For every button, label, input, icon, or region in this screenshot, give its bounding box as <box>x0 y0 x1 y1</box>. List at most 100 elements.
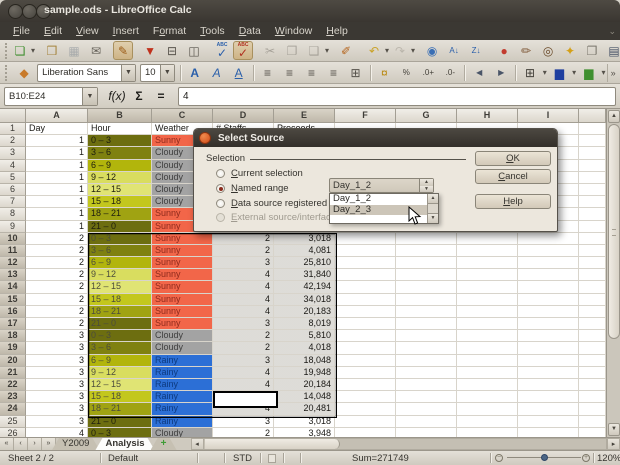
paste-dropdown-icon[interactable]: ▾ <box>325 41 329 60</box>
cell[interactable] <box>457 379 518 391</box>
print-icon[interactable]: ⊟ <box>161 41 183 60</box>
cell[interactable] <box>396 281 457 293</box>
cell-B5[interactable]: 9 – 12 <box>88 172 152 184</box>
menu-item-insert[interactable]: Insert <box>106 23 146 39</box>
row-header-20[interactable]: 20 <box>0 355 26 367</box>
column-header-H[interactable]: H <box>457 109 518 123</box>
radio-data-source-registered-in[interactable]: Data source registered in <box>216 198 337 209</box>
cell[interactable] <box>518 428 579 437</box>
menu-item-view[interactable]: View <box>69 23 106 39</box>
cell[interactable] <box>579 184 606 196</box>
cell[interactable] <box>335 391 396 403</box>
add-decimal-icon[interactable]: .0+ <box>417 63 439 82</box>
cell[interactable] <box>396 342 457 354</box>
font-size-combobox[interactable]: 10▼ <box>140 64 175 82</box>
row-header-25[interactable]: 25 <box>0 416 26 428</box>
cell[interactable] <box>518 257 579 269</box>
cell[interactable] <box>396 233 457 245</box>
cell[interactable] <box>396 355 457 367</box>
align-right-icon[interactable]: ≡ <box>301 63 323 82</box>
email-icon[interactable]: ✉ <box>85 41 107 60</box>
cell[interactable] <box>335 245 396 257</box>
sheet-tab-analysis[interactable]: Analysis <box>95 438 154 450</box>
dropdown-scroll-down-icon[interactable]: ▼ <box>428 213 438 223</box>
cell-A19[interactable]: 3 <box>26 342 88 354</box>
cell[interactable] <box>457 330 518 342</box>
cell[interactable] <box>457 342 518 354</box>
edit-file-icon[interactable]: ✎ <box>113 41 133 60</box>
cell-E21[interactable]: 19,948 <box>274 367 335 379</box>
delete-decimal-icon[interactable]: .0- <box>439 63 461 82</box>
font-name-combobox[interactable]: Liberation Sans▼ <box>37 64 136 82</box>
cell[interactable] <box>335 403 396 415</box>
zoom-in-icon[interactable]: + <box>582 454 590 462</box>
cell-E24[interactable]: 20,481 <box>274 403 335 415</box>
background-color-icon[interactable]: ▆ <box>548 63 570 82</box>
window-minimize-button[interactable] <box>22 4 37 19</box>
cell[interactable] <box>457 294 518 306</box>
menu-overflow-icon[interactable]: ⌄ <box>608 26 616 37</box>
cell[interactable] <box>518 245 579 257</box>
cell-C14[interactable]: Sunny <box>152 281 213 293</box>
cell[interactable] <box>579 257 606 269</box>
cell-B19[interactable]: 3 – 6 <box>88 342 152 354</box>
window-close-button[interactable] <box>8 4 23 19</box>
cell[interactable] <box>518 330 579 342</box>
cell-C24[interactable]: Rainy <box>152 403 213 415</box>
radio-button-icon[interactable] <box>216 184 225 193</box>
cell[interactable] <box>579 172 606 184</box>
cell-B20[interactable]: 6 – 9 <box>88 355 152 367</box>
cell-C20[interactable]: Rainy <box>152 355 213 367</box>
radio-named-range[interactable]: Named range <box>216 183 289 194</box>
gallery-icon[interactable]: ● <box>493 41 515 60</box>
row-header-16[interactable]: 16 <box>0 306 26 318</box>
cell-A21[interactable]: 3 <box>26 367 88 379</box>
cell-D26[interactable]: 2 <box>213 428 274 437</box>
cell[interactable] <box>579 123 606 135</box>
cell-A16[interactable]: 2 <box>26 306 88 318</box>
row-header-12[interactable]: 12 <box>0 257 26 269</box>
cell-A3[interactable]: 1 <box>26 147 88 159</box>
cell-E15[interactable]: 34,018 <box>274 294 335 306</box>
column-header-D[interactable]: D <box>213 109 274 123</box>
cell[interactable] <box>579 342 606 354</box>
dialog-close-icon[interactable] <box>199 132 211 144</box>
cell-C15[interactable]: Sunny <box>152 294 213 306</box>
column-header-G[interactable]: G <box>396 109 457 123</box>
row-header-13[interactable]: 13 <box>0 269 26 281</box>
align-left-icon[interactable]: ≡ <box>257 63 279 82</box>
select-all-corner[interactable] <box>0 109 26 123</box>
column-header-A[interactable]: A <box>26 109 88 123</box>
cell[interactable] <box>579 281 606 293</box>
cell-A10[interactable]: 2 <box>26 233 88 245</box>
cell-B25[interactable]: 21 – 0 <box>88 416 152 428</box>
cell[interactable] <box>579 160 606 172</box>
cell-B14[interactable]: 12 – 15 <box>88 281 152 293</box>
cell-D16[interactable]: 4 <box>213 306 274 318</box>
cell-C19[interactable]: Cloudy <box>152 342 213 354</box>
vertical-scrollbar-thumb[interactable] <box>608 124 620 339</box>
cell-B10[interactable]: 0 – 3 <box>88 233 152 245</box>
find-and-replace-icon[interactable]: ◎ <box>537 41 559 60</box>
cell-A7[interactable]: 1 <box>26 196 88 208</box>
cell-E10[interactable]: 3,018 <box>274 233 335 245</box>
row-header-17[interactable]: 17 <box>0 318 26 330</box>
cell-A2[interactable]: 1 <box>26 135 88 147</box>
cell-E14[interactable]: 42,194 <box>274 281 335 293</box>
copy-icon[interactable]: ❐ <box>281 41 303 60</box>
print-preview-icon[interactable]: ◫ <box>183 41 205 60</box>
hscroll-right-icon[interactable]: ▸ <box>607 438 620 450</box>
toolbar-overflow-icon[interactable]: » <box>607 64 618 82</box>
menu-item-format[interactable]: Format <box>146 23 193 39</box>
dropdown-scroll-up-icon[interactable]: ▲ <box>428 194 438 204</box>
menu-item-file[interactable]: File <box>6 23 37 39</box>
sheet-nav-previous-icon[interactable]: ‹ <box>14 438 28 450</box>
row-header-4[interactable]: 4 <box>0 160 26 172</box>
hyperlink-icon[interactable]: ◉ <box>421 41 443 60</box>
scroll-down-icon[interactable]: ▼ <box>608 423 620 436</box>
cell[interactable] <box>335 294 396 306</box>
cell-A24[interactable]: 3 <box>26 403 88 415</box>
scroll-up-icon[interactable]: ▲ <box>608 110 620 123</box>
cell-C17[interactable]: Sunny <box>152 318 213 330</box>
decrease-indent-icon[interactable]: ◀ <box>468 63 490 82</box>
